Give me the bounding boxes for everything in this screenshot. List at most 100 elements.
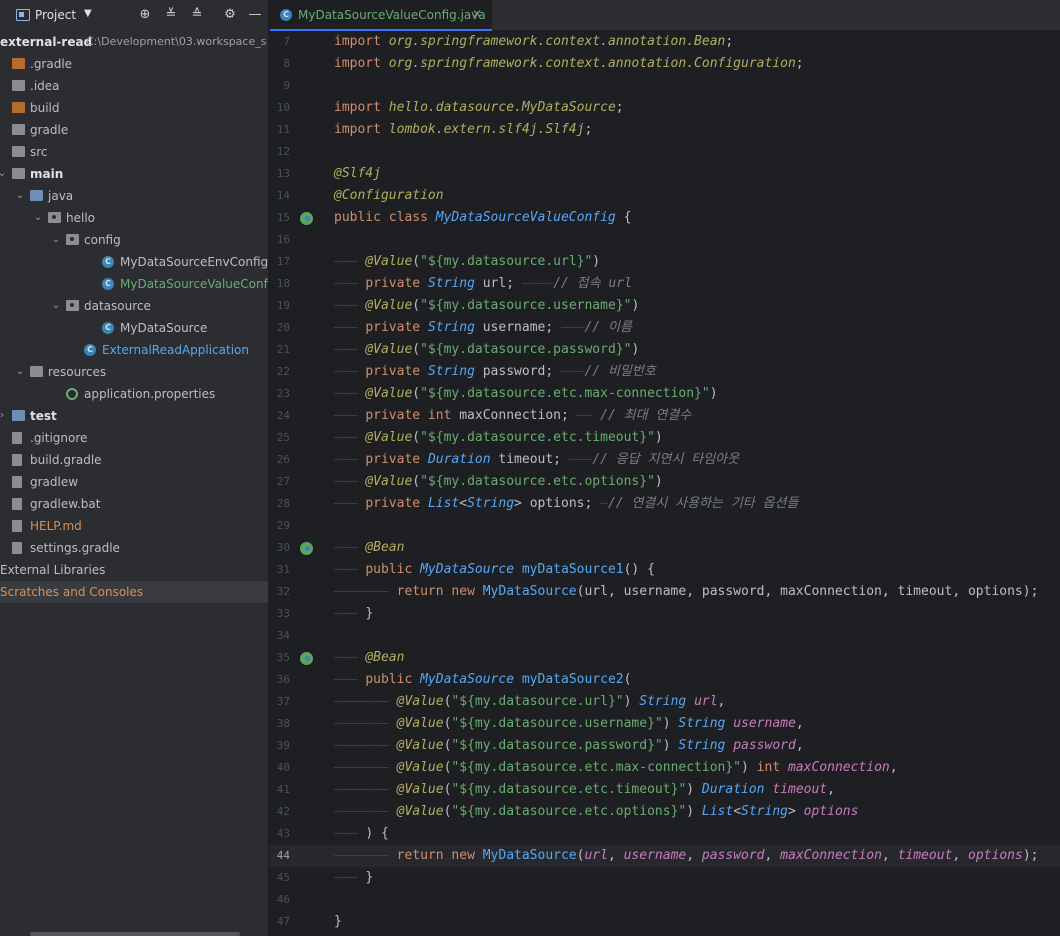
code-line[interactable]: 21 ——— @Value("${my.datasource.password}"… bbox=[270, 339, 1060, 361]
code-line[interactable]: 22 ——— private String password; ———// 비밀번… bbox=[270, 361, 1060, 383]
gear-icon[interactable]: ⚙ bbox=[221, 6, 239, 24]
tree-item[interactable]: gradlew bbox=[0, 471, 268, 493]
code-line[interactable]: 11 import lombok.extern.slf4j.Slf4j; bbox=[270, 119, 1060, 141]
chevron-down-icon[interactable]: ⌄ bbox=[14, 361, 26, 383]
code-line[interactable]: 20 ——— private String username; ———// 이름 bbox=[270, 317, 1060, 339]
indent-guide: ——— bbox=[334, 276, 366, 291]
editor-tab[interactable]: MyDataSourceValueConfig.java ✕ bbox=[270, 0, 492, 31]
tree-item[interactable]: ⌄ hello bbox=[0, 207, 268, 229]
project-title[interactable]: Project bbox=[35, 8, 76, 22]
chevron-down-icon[interactable]: ⌄ bbox=[50, 295, 62, 317]
tree-item[interactable]: gradle bbox=[0, 119, 268, 141]
code-line[interactable]: 24 ——— private int maxConnection; —— // 최… bbox=[270, 405, 1060, 427]
code-line[interactable]: 35 ——— @Bean bbox=[270, 647, 1060, 669]
code-line[interactable]: 42 ——————— @Value("${my.datasource.etc.op… bbox=[270, 801, 1060, 823]
code-line[interactable]: 14 @Configuration bbox=[270, 185, 1060, 207]
code-token: < bbox=[459, 496, 468, 511]
line-number: 24 bbox=[276, 409, 290, 422]
code-line[interactable]: 47} bbox=[270, 911, 1060, 933]
collapse-all-icon[interactable]: ≙ bbox=[188, 6, 206, 24]
project-view-icon[interactable] bbox=[16, 9, 30, 21]
tree-item[interactable]: MyDataSource bbox=[0, 317, 268, 339]
code-line[interactable]: 26 ——— private Duration timeout; ———// 응답… bbox=[270, 449, 1060, 471]
tree-item[interactable]: HELP.md bbox=[0, 515, 268, 537]
code-line[interactable]: 17 ——— @Value("${my.datasource.url}") bbox=[270, 251, 1060, 273]
target-icon[interactable]: ⊕ bbox=[136, 6, 154, 24]
code-line[interactable]: 41 ——————— @Value("${my.datasource.etc.ti… bbox=[270, 779, 1060, 801]
tree-item[interactable]: src bbox=[0, 141, 268, 163]
tree-item[interactable]: Scratches and Consoles bbox=[0, 581, 268, 603]
code-line[interactable]: 32 ——————— return new MyDataSource(url, u… bbox=[270, 581, 1060, 603]
code-line[interactable]: 38 ——————— @Value("${my.datasource.userna… bbox=[270, 713, 1060, 735]
tree-item[interactable]: build bbox=[0, 97, 268, 119]
code-token: ) bbox=[631, 298, 640, 313]
code-line[interactable]: 15 public class MyDataSourceValueConfig { bbox=[270, 207, 1060, 229]
code-line[interactable]: 36 ——— public MyDataSource myDataSource2( bbox=[270, 669, 1060, 691]
tree-item[interactable]: gradlew.bat bbox=[0, 493, 268, 515]
tree-item[interactable]: MyDataSourceEnvConfig bbox=[0, 251, 268, 273]
code-line[interactable]: 33 ——— } bbox=[270, 603, 1060, 625]
chevron-down-icon[interactable]: ⌄ bbox=[0, 163, 8, 185]
sidebar-scrollbar[interactable] bbox=[30, 932, 240, 936]
bean-gutter-icon[interactable] bbox=[300, 212, 313, 225]
chevron-right-icon[interactable]: › bbox=[0, 405, 8, 427]
bean-gutter-icon[interactable] bbox=[300, 652, 313, 665]
code-token: myDataSource2 bbox=[521, 672, 624, 687]
code-token: ( bbox=[412, 430, 421, 445]
code-line[interactable]: 45 ——— } bbox=[270, 867, 1060, 889]
tree-item[interactable]: application.properties bbox=[0, 383, 268, 405]
code-line[interactable]: 16 bbox=[270, 229, 1060, 251]
tree-item[interactable]: .gitignore bbox=[0, 427, 268, 449]
code-line[interactable]: 12 bbox=[270, 141, 1060, 163]
code-line[interactable]: 23 ——— @Value("${my.datasource.etc.max-co… bbox=[270, 383, 1060, 405]
code-text: public class MyDataSourceValueConfig { bbox=[334, 207, 631, 229]
chevron-down-icon[interactable]: ▼ bbox=[84, 8, 92, 19]
code-line[interactable]: 28 ——— private List<String> options; —// … bbox=[270, 493, 1060, 515]
code-line[interactable]: 19 ——— @Value("${my.datasource.username}"… bbox=[270, 295, 1060, 317]
tree-item[interactable]: build.gradle bbox=[0, 449, 268, 471]
tree-item[interactable]: .idea bbox=[0, 75, 268, 97]
chevron-down-icon[interactable]: ⌄ bbox=[50, 229, 62, 251]
code-line[interactable]: 8 import org.springframework.context.anno… bbox=[270, 53, 1060, 75]
code-line[interactable]: 9 bbox=[270, 75, 1060, 97]
close-icon[interactable]: ✕ bbox=[472, 7, 482, 21]
code-line[interactable]: 37 ——————— @Value("${my.datasource.url}")… bbox=[270, 691, 1060, 713]
tree-item[interactable]: external-read C:\Development\03.workspace… bbox=[0, 31, 268, 53]
code-line[interactable]: 29 bbox=[270, 515, 1060, 537]
code-line[interactable]: 46 bbox=[270, 889, 1060, 911]
code-line[interactable]: 40 ——————— @Value("${my.datasource.etc.ma… bbox=[270, 757, 1060, 779]
code-token: password bbox=[733, 738, 796, 753]
code-line[interactable]: 34 bbox=[270, 625, 1060, 647]
code-line[interactable]: 25 ——— @Value("${my.datasource.etc.timeou… bbox=[270, 427, 1060, 449]
tree-item[interactable]: ⌄ datasource bbox=[0, 295, 268, 317]
code-line[interactable]: 44 ——————— return new MyDataSource(url, u… bbox=[270, 845, 1060, 867]
code-line[interactable]: 10 import hello.datasource.MyDataSource; bbox=[270, 97, 1060, 119]
bean-gutter-icon[interactable] bbox=[300, 542, 313, 555]
expand-all-icon[interactable]: ≚ bbox=[162, 6, 180, 24]
minimize-icon[interactable]: — bbox=[246, 6, 264, 24]
code-line[interactable]: 43 ——— ) { bbox=[270, 823, 1060, 845]
code-line[interactable]: 27 ——— @Value("${my.datasource.etc.option… bbox=[270, 471, 1060, 493]
chevron-down-icon[interactable]: ⌄ bbox=[14, 185, 26, 207]
indent-guide: ——— bbox=[334, 298, 366, 313]
tree-item[interactable]: › test bbox=[0, 405, 268, 427]
tree-item[interactable]: settings.gradle bbox=[0, 537, 268, 559]
line-number: 7 bbox=[283, 35, 290, 48]
code-line[interactable]: 39 ——————— @Value("${my.datasource.passwo… bbox=[270, 735, 1060, 757]
line-number: 41 bbox=[276, 783, 290, 796]
code-line[interactable]: 18 ——— private String url; ————// 접속 url bbox=[270, 273, 1060, 295]
tree-item[interactable]: External Libraries bbox=[0, 559, 268, 581]
tree-item[interactable]: ⌄ config bbox=[0, 229, 268, 251]
code-line[interactable]: 30 ——— @Bean bbox=[270, 537, 1060, 559]
java-class-icon bbox=[102, 251, 114, 273]
tree-item[interactable]: ⌄ java bbox=[0, 185, 268, 207]
tree-item[interactable]: ExternalReadApplication bbox=[0, 339, 268, 361]
tree-item[interactable]: .gradle bbox=[0, 53, 268, 75]
tree-item[interactable]: ⌄ main bbox=[0, 163, 268, 185]
tree-item[interactable]: MyDataSourceValueConfig bbox=[0, 273, 268, 295]
tree-item[interactable]: ⌄ resources bbox=[0, 361, 268, 383]
code-line[interactable]: 7 import org.springframework.context.anno… bbox=[270, 31, 1060, 53]
code-line[interactable]: 31 ——— public MyDataSource myDataSource1(… bbox=[270, 559, 1060, 581]
code-line[interactable]: 13 @Slf4j bbox=[270, 163, 1060, 185]
chevron-down-icon[interactable]: ⌄ bbox=[32, 207, 44, 229]
